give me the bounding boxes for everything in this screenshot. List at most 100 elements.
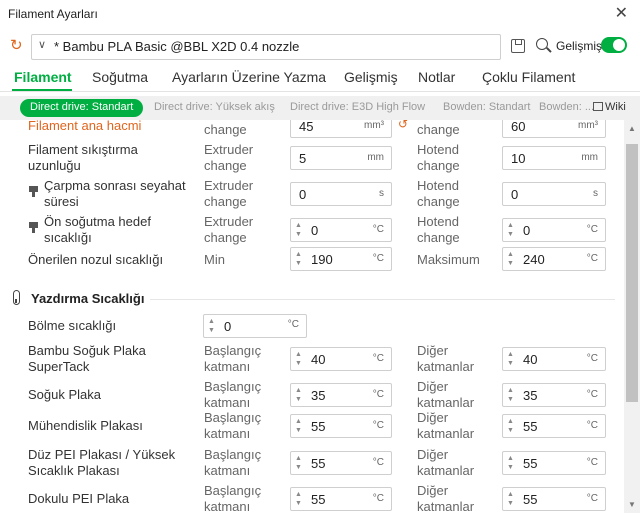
row-label: Filament sıkıştırma uzunluğu [28, 142, 138, 173]
chip-direct-drive-standard[interactable]: Direct drive: Standart [20, 99, 144, 117]
section-divider [150, 299, 615, 300]
row-left-sub: Başlangıç katmanı [204, 410, 262, 441]
wiki-label: Wiki [605, 101, 626, 113]
row-label: Mühendislik Plakası [28, 418, 143, 433]
wiki-link[interactable]: Wiki [593, 101, 626, 113]
row-left-spin[interactable]: ▲ ▼ 55 °C [290, 487, 392, 511]
reset-icon[interactable]: ↻ [10, 38, 26, 54]
input-value: 55 [523, 456, 538, 471]
scroll-up-icon[interactable]: ▲ [628, 124, 636, 133]
row-right-spin[interactable]: ▲ ▼ 55 °C [502, 487, 606, 511]
section-print-temperature: Yazdırma Sıcaklığı [0, 288, 624, 312]
input-unit: °C [372, 253, 384, 264]
settings-row: Ön soğutma hedef sıcaklığı Extruder chan… [0, 214, 624, 248]
row-left-sub: change [204, 122, 247, 137]
input-value: 5 [299, 151, 307, 166]
chip-bowden-more[interactable]: Bowden: ... [539, 99, 594, 117]
spin-arrows-icon[interactable]: ▲ ▼ [507, 350, 514, 368]
input-value: 40 [523, 352, 538, 367]
lock-icon [29, 222, 38, 233]
row-right-spin[interactable]: ▲ ▼ 40 °C [502, 347, 606, 371]
row-label: Bambu Soğuk Plaka SuperTack [28, 343, 146, 374]
close-icon[interactable]: ✕ [615, 3, 628, 23]
row-left-spin[interactable]: ▲ ▼ 55 °C [290, 451, 392, 475]
spin-arrows-icon[interactable]: ▲ ▼ [295, 221, 302, 239]
spin-arrows-icon[interactable]: ▲ ▼ [208, 317, 215, 335]
input-value: 240 [523, 252, 545, 267]
tab-multi-filament[interactable]: Çoklu Filament [482, 69, 575, 85]
save-icon[interactable] [511, 39, 525, 53]
spin-arrows-icon[interactable]: ▲ ▼ [507, 250, 514, 268]
tab-cooling[interactable]: Soğutma [92, 69, 148, 85]
tab-notes[interactable]: Notlar [418, 69, 455, 85]
row-label: Bölme sıcaklığı [28, 318, 117, 333]
row-left-spin[interactable]: ▲ ▼ 40 °C [290, 347, 392, 371]
row-right-sub: Diğer katmanlar [417, 447, 475, 478]
row-left-spin[interactable]: ▲ ▼ 35 °C [290, 383, 392, 407]
settings-row: Önerilen nozul sıcaklığı Min ▲ ▼ 190 °C M… [0, 246, 624, 276]
row-left-spin[interactable]: ▲ ▼ 55 °C [290, 414, 392, 438]
row-right-spin[interactable]: ▲ ▼ 35 °C [502, 383, 606, 407]
spin-arrows-icon[interactable]: ▲ ▼ [295, 250, 302, 268]
row-right-spin[interactable]: ▲ ▼ 55 °C [502, 414, 606, 438]
row-label: Dokulu PEI Plaka [28, 491, 130, 506]
spin-arrows-icon[interactable]: ▲ ▼ [295, 417, 302, 435]
settings-row: Filament ana hacmi change 45 mm³ ↺ chang… [0, 120, 624, 140]
row-right-sub: Diğer katmanlar [417, 410, 475, 441]
input-value: 40 [311, 352, 326, 367]
input-value: 0 [299, 187, 307, 202]
spin-arrows-icon[interactable]: ▲ ▼ [295, 386, 302, 404]
search-icon[interactable] [536, 38, 548, 50]
input-value: 0 [224, 319, 232, 334]
spin-arrows-icon[interactable]: ▲ ▼ [295, 490, 302, 508]
spin-arrows-icon[interactable]: ▲ ▼ [295, 454, 302, 472]
settings-row: Bölme sıcaklığı ▲ ▼ 0 °C [0, 314, 624, 342]
toggle-knob [613, 39, 625, 51]
tab-advanced[interactable]: Gelişmiş [344, 69, 398, 85]
row-right-sub: Hotend change [417, 214, 460, 245]
input-unit: °C [586, 253, 598, 264]
spin-arrows-icon[interactable]: ▲ ▼ [507, 454, 514, 472]
chip-direct-drive-high-flow[interactable]: Direct drive: Yüksek akış [154, 99, 275, 117]
scroll-down-icon[interactable]: ▼ [628, 500, 636, 509]
settings-row: Düz PEI Plakası / Yüksek Sıcaklık Plakas… [0, 447, 624, 479]
row-right-spin[interactable]: ▲ ▼ 55 °C [502, 451, 606, 475]
row-left-spin[interactable]: ▲ ▼ 0 °C [290, 218, 392, 242]
row-right-spin[interactable]: ▲ ▼ 240 °C [502, 247, 606, 271]
row-right-input[interactable]: 10 mm [502, 146, 606, 170]
row-right-sub: Hotend change [417, 178, 460, 209]
row-right-sub: change [417, 122, 460, 137]
row-left-input[interactable]: 45 mm³ [290, 120, 392, 138]
row-right-input[interactable]: 0 s [502, 182, 606, 206]
input-unit: °C [586, 353, 598, 364]
row-right-sub: Diğer katmanlar [417, 343, 475, 374]
tab-overrides[interactable]: Ayarların Üzerine Yazma [172, 69, 326, 85]
input-unit: s [379, 188, 384, 199]
row-right-spin[interactable]: ▲ ▼ 0 °C [502, 218, 606, 242]
chip-bowden-standard[interactable]: Bowden: Standart [443, 99, 530, 117]
row-label: Düz PEI Plakası / Yüksek Sıcaklık Plakas… [28, 447, 176, 478]
chip-direct-drive-e3d[interactable]: Direct drive: E3D High Flow [290, 99, 425, 117]
advanced-toggle[interactable] [601, 37, 627, 53]
vertical-scrollbar[interactable]: ▲ ▼ [624, 120, 640, 513]
spin-arrows-icon[interactable]: ▲ ▼ [507, 386, 514, 404]
settings-row: Dokulu PEI Plaka Başlangıç katmanı ▲ ▼ 55… [0, 483, 624, 513]
spin-arrows-icon[interactable]: ▲ ▼ [507, 417, 514, 435]
undo-icon[interactable]: ↺ [398, 120, 408, 131]
scroll-thumb[interactable] [626, 144, 638, 402]
spin-arrows-icon[interactable]: ▲ ▼ [295, 350, 302, 368]
spin-arrows-icon[interactable]: ▲ ▼ [507, 490, 514, 508]
row-left-input[interactable]: 5 mm [290, 146, 392, 170]
row-label: Filament ana hacmi [28, 120, 142, 133]
tab-filament[interactable]: Filament [14, 69, 72, 85]
row-left-input[interactable]: 0 s [290, 182, 392, 206]
spin-arrows-icon[interactable]: ▲ ▼ [507, 221, 514, 239]
row-right-input[interactable]: 60 mm³ [502, 120, 606, 138]
preset-combo[interactable]: ∨ * Bambu PLA Basic @BBL X2D 0.4 nozzle [31, 34, 501, 60]
input-value: 190 [311, 252, 333, 267]
thermometer-icon [13, 290, 20, 305]
settings-row: Soğuk Plaka Başlangıç katmanı ▲ ▼ 35 °C D… [0, 379, 624, 411]
input-unit: °C [586, 224, 598, 235]
row-left-spin[interactable]: ▲ ▼ 190 °C [290, 247, 392, 271]
chamber-temp-spin[interactable]: ▲ ▼ 0 °C [203, 314, 307, 338]
